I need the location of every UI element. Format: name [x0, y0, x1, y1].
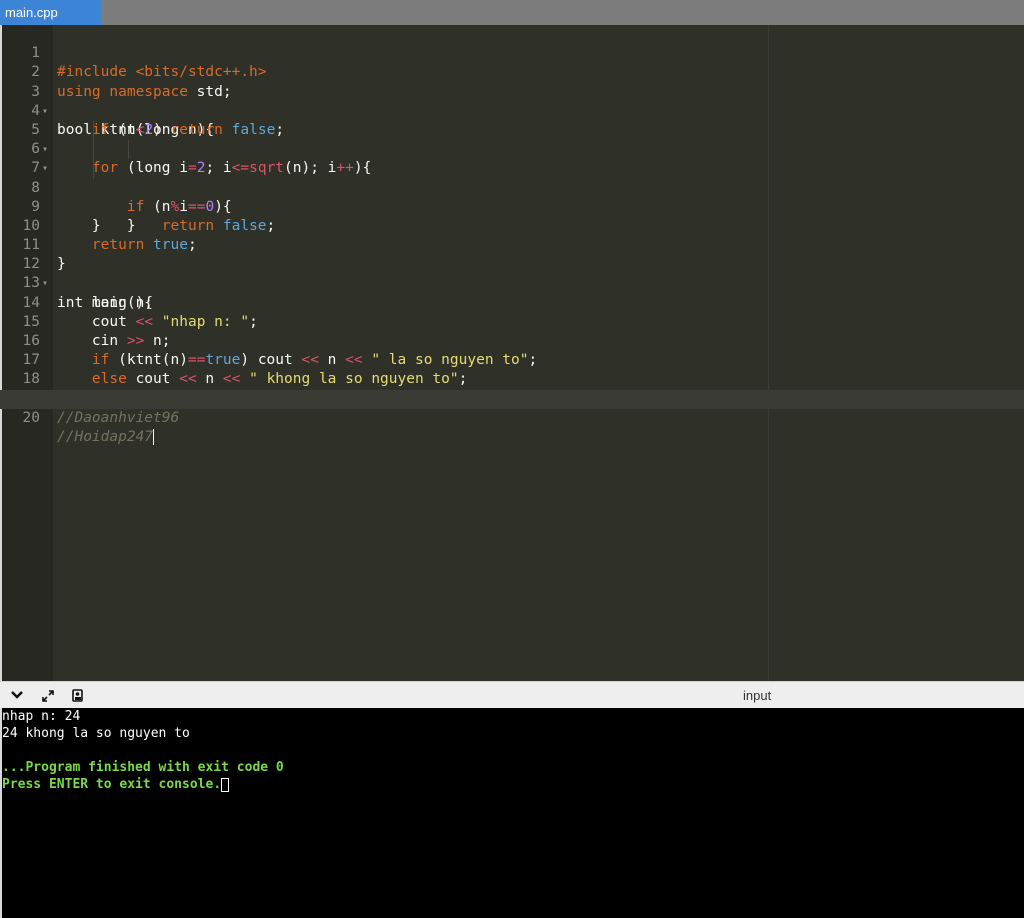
code-line: 19 //Daoanhviet96: [0, 370, 1024, 426]
console-line: nhap n: 24: [2, 709, 81, 724]
console-line-prompt: Press ENTER to exit console.: [2, 776, 1024, 793]
code-line: 7 return false;: [0, 140, 1024, 234]
code-line: 15 cin >> n;: [0, 294, 1024, 349]
code-line: 10 return true;: [0, 198, 1024, 253]
code-line: 18 }: [0, 351, 1024, 406]
code-line: 6 ▾ if (n%i==0){: [0, 120, 1024, 215]
indent-guide: [93, 120, 94, 141]
input-label: input: [743, 688, 772, 703]
indent-guide: [93, 159, 94, 179]
code-line: 2 using namespace std;: [0, 44, 1024, 99]
code-line: 11 }: [0, 217, 1024, 272]
settings-icon[interactable]: [70, 688, 86, 704]
code-line: 8 }: [0, 159, 1024, 234]
code-line: 4 if (n<2) return false;: [0, 83, 1024, 138]
text-cursor: [153, 428, 155, 445]
console-line: 24 khong la so nguyen to: [2, 726, 190, 741]
code-line: 12 ▾ int main(){: [0, 236, 1024, 310]
code-line: 14 cout << "nhap n: ";: [0, 274, 1024, 330]
chevron-down-icon[interactable]: [9, 688, 25, 704]
line-number: 20: [22, 409, 40, 426]
code-line: 16 if (ktnt(n)==true) cout << n << " la …: [0, 313, 1024, 368]
console-line: ...Program finished with exit code 0: [2, 760, 284, 775]
code-line: 17 else cout << n << " khong la so nguye…: [0, 332, 1024, 387]
expand-icon[interactable]: [40, 688, 56, 704]
code-line: 5 ▾ for (long i=2; i<=sqrt(n); i++){: [0, 102, 1024, 176]
code-line: 1 #include <bits/stdc++.h>: [0, 25, 1024, 80]
tab-bar: main.cpp: [0, 0, 1024, 25]
code-line-active: 20 //Hoidap247: [0, 389, 1024, 445]
indent-guide: [128, 140, 129, 160]
console-cursor: [221, 777, 230, 792]
code-line: 3 ▾ bool ktnt(long n){: [0, 63, 1024, 138]
code-lines: 1 #include <bits/stdc++.h> 2 using names…: [0, 25, 1024, 445]
console-output[interactable]: nhap n: 24 24 khong la so nguyen to ...P…: [0, 708, 1024, 918]
console-toolbar: input: [0, 681, 1024, 708]
indent-guide: [93, 140, 94, 160]
tab-main-cpp[interactable]: main.cpp: [0, 0, 101, 25]
code-editor[interactable]: 1 #include <bits/stdc++.h> 2 using names…: [0, 25, 1024, 681]
code-line: 9 }: [0, 179, 1024, 234]
code-line: 13 long n;: [0, 255, 1024, 310]
